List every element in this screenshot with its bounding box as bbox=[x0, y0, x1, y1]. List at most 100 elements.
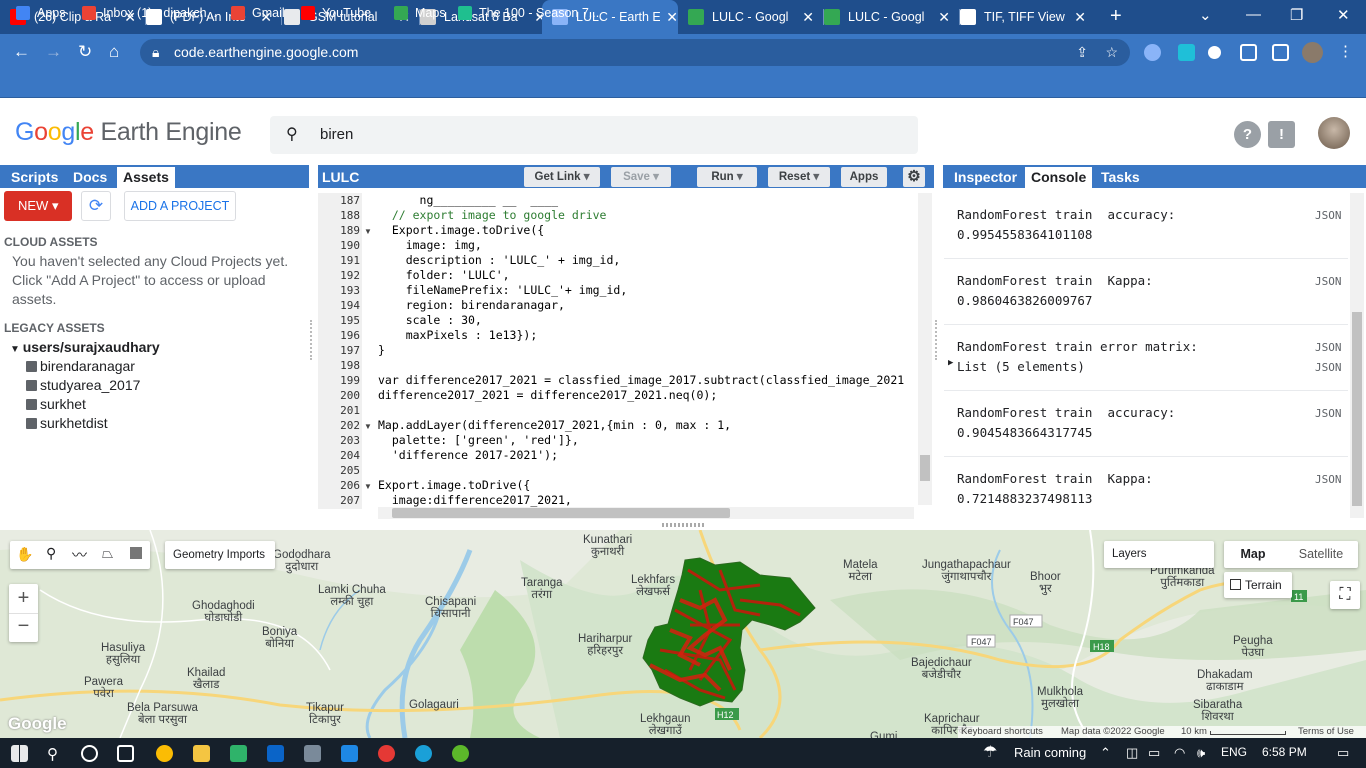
code-line[interactable]: folder: 'LULC', bbox=[378, 268, 510, 282]
edge-icon[interactable] bbox=[415, 745, 432, 762]
search-input[interactable]: ⚲ biren bbox=[270, 116, 918, 154]
bookmark-item[interactable]: Apps bbox=[16, 6, 66, 20]
terms-link[interactable]: Terms of Use bbox=[1298, 726, 1354, 737]
media-icon[interactable] bbox=[1240, 44, 1257, 61]
marker-icon[interactable]: ⚲ bbox=[46, 545, 56, 562]
clock[interactable]: 6:58 PM bbox=[1262, 745, 1307, 759]
browser-tab[interactable]: LULC - Googl ✕ bbox=[814, 0, 950, 34]
tab-docs[interactable]: Docs bbox=[67, 167, 113, 188]
close-tab-icon[interactable]: ✕ bbox=[666, 9, 678, 26]
code-line[interactable]: maxPixels : 1e13}); bbox=[378, 328, 538, 342]
expand-arrow-icon[interactable]: ▶ bbox=[948, 358, 953, 368]
code-line[interactable]: fileNamePrefix: 'LULC_'+ img_id, bbox=[378, 283, 628, 297]
scroll-thumb[interactable] bbox=[392, 508, 730, 518]
close-tab-icon[interactable]: ✕ bbox=[938, 9, 950, 26]
tab-tasks[interactable]: Tasks bbox=[1095, 167, 1146, 188]
opera-icon[interactable] bbox=[378, 745, 395, 762]
fold-arrow-icon[interactable]: ▼ bbox=[364, 482, 372, 491]
scroll-thumb[interactable] bbox=[920, 455, 930, 481]
code-line[interactable]: description : 'LULC_' + img_id, bbox=[378, 253, 621, 267]
extension-icon[interactable] bbox=[1144, 44, 1161, 61]
back-icon[interactable]: ← bbox=[13, 42, 30, 62]
hand-icon[interactable]: ✋ bbox=[16, 546, 33, 563]
map-type-map[interactable]: Map bbox=[1224, 541, 1282, 568]
browser-tab[interactable]: LULC - Googl ✕ bbox=[678, 0, 814, 34]
tab-console[interactable]: Console bbox=[1025, 167, 1093, 188]
close-tab-icon[interactable]: ✕ bbox=[802, 9, 814, 26]
new-tab-button[interactable]: + bbox=[1110, 5, 1122, 28]
json-button[interactable]: JSON bbox=[1315, 361, 1342, 374]
bookmark-item[interactable]: Maps bbox=[394, 6, 446, 20]
code-line[interactable]: } bbox=[378, 343, 385, 357]
bookmark-item[interactable]: Gmail bbox=[231, 6, 285, 20]
map-splitter[interactable] bbox=[0, 521, 1366, 530]
volume-icon[interactable]: 🕪︎ bbox=[1197, 745, 1205, 761]
minimize-button[interactable]: — bbox=[1246, 6, 1261, 23]
file-explorer-icon[interactable] bbox=[193, 745, 210, 762]
code-line[interactable]: Map.addLayer(difference2017_2021,{min : … bbox=[378, 418, 731, 432]
code-line[interactable]: image: img, bbox=[378, 238, 482, 252]
extension-icon[interactable] bbox=[1178, 44, 1195, 61]
app-icon[interactable] bbox=[341, 745, 358, 762]
menu-icon[interactable]: ⋮ bbox=[1338, 42, 1355, 60]
bookmark-item[interactable]: YouTube bbox=[301, 6, 371, 20]
reset-button[interactable]: Reset ▾ bbox=[768, 167, 830, 187]
settings-gear-icon[interactable]: ⚙ bbox=[903, 167, 925, 187]
apps-button[interactable]: Apps bbox=[841, 167, 887, 187]
asset-item[interactable]: surkhetdist bbox=[26, 415, 108, 431]
json-button[interactable]: JSON bbox=[1315, 209, 1342, 222]
puzzle-icon[interactable] bbox=[1208, 46, 1221, 59]
chrome-taskbar-icon[interactable] bbox=[156, 745, 173, 762]
code-line[interactable]: difference2017_2021 = difference2017_202… bbox=[378, 388, 717, 402]
tab-inspector[interactable]: Inspector bbox=[948, 167, 1023, 188]
refresh-icon[interactable]: ⟳ bbox=[81, 191, 111, 221]
add-project-button[interactable]: ADD A PROJECT bbox=[124, 191, 236, 221]
run-button[interactable]: Run ▾ bbox=[697, 167, 757, 187]
keyboard-shortcuts-link[interactable]: Keyboard shortcuts bbox=[961, 726, 1043, 737]
asset-item[interactable]: studyarea_2017 bbox=[26, 377, 140, 393]
json-button[interactable]: JSON bbox=[1315, 275, 1342, 288]
reload-icon[interactable]: ↻ bbox=[78, 42, 92, 62]
feedback-icon[interactable]: ! bbox=[1268, 121, 1295, 148]
panel-resize-handle[interactable] bbox=[935, 320, 941, 360]
share-icon[interactable]: ⇪ bbox=[1076, 39, 1088, 66]
json-button[interactable]: JSON bbox=[1315, 473, 1342, 486]
json-button[interactable]: JSON bbox=[1315, 341, 1342, 354]
cortana-icon[interactable] bbox=[81, 745, 98, 762]
panel-resize-handle[interactable] bbox=[310, 320, 316, 360]
code-line[interactable]: scale : 30, bbox=[378, 313, 482, 327]
tab-assets[interactable]: Assets bbox=[117, 167, 175, 188]
bookmark-star-icon[interactable]: ☆ bbox=[1105, 39, 1118, 66]
code-line[interactable]: Export.image.toDrive({ bbox=[378, 223, 544, 237]
code-line[interactable]: Export.image.toDrive({ bbox=[378, 478, 530, 492]
language-indicator[interactable]: ENG bbox=[1221, 745, 1247, 759]
scroll-thumb[interactable] bbox=[1352, 312, 1362, 506]
help-icon[interactable]: ? bbox=[1234, 121, 1261, 148]
tab-scripts[interactable]: Scripts bbox=[5, 167, 64, 188]
code-line[interactable]: region: birendaranagar, bbox=[378, 298, 565, 312]
new-button[interactable]: NEW ▾ bbox=[4, 191, 72, 221]
code-line[interactable]: 'difference 2017-2021'); bbox=[378, 448, 558, 462]
save-button[interactable]: Save ▾ bbox=[611, 167, 671, 187]
bookmark-item[interactable]: Inbox (1) - dipakch... bbox=[82, 6, 217, 20]
line-icon[interactable]: 〰 bbox=[72, 544, 87, 565]
asset-item[interactable]: surkhet bbox=[26, 396, 86, 412]
forward-icon[interactable]: → bbox=[45, 42, 62, 62]
asset-item[interactable]: birendaranagar bbox=[26, 358, 135, 374]
zoom-in-button[interactable]: + bbox=[9, 584, 38, 613]
network-icon[interactable]: ◫ bbox=[1126, 745, 1138, 761]
battery-icon[interactable]: ▭ bbox=[1148, 745, 1160, 761]
asset-folder-root[interactable]: ▼ users/surajxaudhary bbox=[10, 339, 160, 355]
fold-arrow-icon[interactable]: ▼ bbox=[364, 227, 372, 236]
bookmark-item[interactable]: The 100 - Season 7... bbox=[458, 6, 599, 20]
tab-search-icon[interactable]: ⌄ bbox=[1199, 6, 1212, 24]
app-icon[interactable] bbox=[304, 745, 321, 762]
profile-avatar[interactable] bbox=[1302, 42, 1323, 63]
tray-chevron-icon[interactable]: ⌃ bbox=[1100, 745, 1111, 761]
earth-engine-logo[interactable]: Google Earth Engine bbox=[15, 118, 242, 147]
fold-arrow-icon[interactable]: ▼ bbox=[364, 422, 372, 431]
zoom-out-button[interactable]: − bbox=[9, 613, 38, 642]
avatar[interactable] bbox=[1318, 117, 1350, 149]
get-link-button[interactable]: Get Link ▾ bbox=[524, 167, 600, 187]
notifications-icon[interactable]: ▭ bbox=[1337, 745, 1349, 761]
